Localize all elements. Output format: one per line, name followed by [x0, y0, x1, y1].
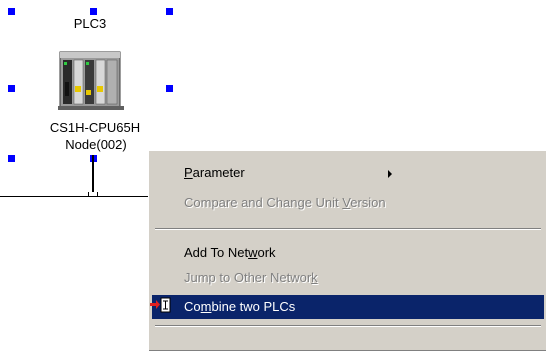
submenu-arrow-icon: [388, 170, 392, 178]
selection-handle-top-left[interactable]: [8, 8, 15, 15]
combine-plcs-icon: [150, 297, 171, 313]
menu-item-label: ersion: [350, 195, 386, 210]
menu-item-label: arameter: [192, 165, 245, 180]
menu-item-mnemonic: P: [184, 165, 193, 180]
selection-handle-top-right[interactable]: [166, 8, 173, 15]
context-menu: Parameter Compare and Change Unit Versio…: [148, 150, 546, 351]
plc-model-label: CS1H-CPU65H: [49, 120, 141, 135]
plc-name-label: PLC3: [73, 16, 107, 31]
menu-item-label: Add To Net: [184, 245, 249, 260]
menu-item-label: Co: [184, 299, 201, 314]
menu-item-label: ork: [257, 245, 276, 260]
menu-separator: [155, 325, 541, 327]
menu-item-jump-to-other-network[interactable]: Jump to Other Network: [152, 266, 318, 290]
menu-item-label: Compare and Change Unit: [184, 195, 343, 210]
menu-item-parameter[interactable]: Parameter: [152, 161, 245, 185]
menu-item-label: Jump to Other Networ: [184, 270, 312, 285]
menu-separator: [155, 228, 541, 230]
menu-item-label: bine two PLCs: [211, 299, 296, 314]
selection-handle-middle-right[interactable]: [166, 85, 173, 92]
plc-device-icon[interactable]: [58, 46, 126, 112]
menu-item-mnemonic: k: [311, 270, 318, 285]
selection-handle-middle-left[interactable]: [8, 85, 15, 92]
menu-item-combine-two-plcs[interactable]: Combine two PLCs: [152, 295, 544, 319]
menu-item-compare-change-unit-version[interactable]: Compare and Change Unit Version: [152, 191, 386, 215]
network-drop-line: [92, 155, 94, 195]
selection-handle-top-center[interactable]: [90, 8, 97, 15]
plc-node-label: Node(002): [65, 137, 127, 152]
menu-item-mnemonic: m: [200, 299, 212, 314]
selection-handle-bottom-left[interactable]: [8, 155, 15, 162]
menu-item-add-to-network[interactable]: Add To Network: [152, 241, 276, 265]
